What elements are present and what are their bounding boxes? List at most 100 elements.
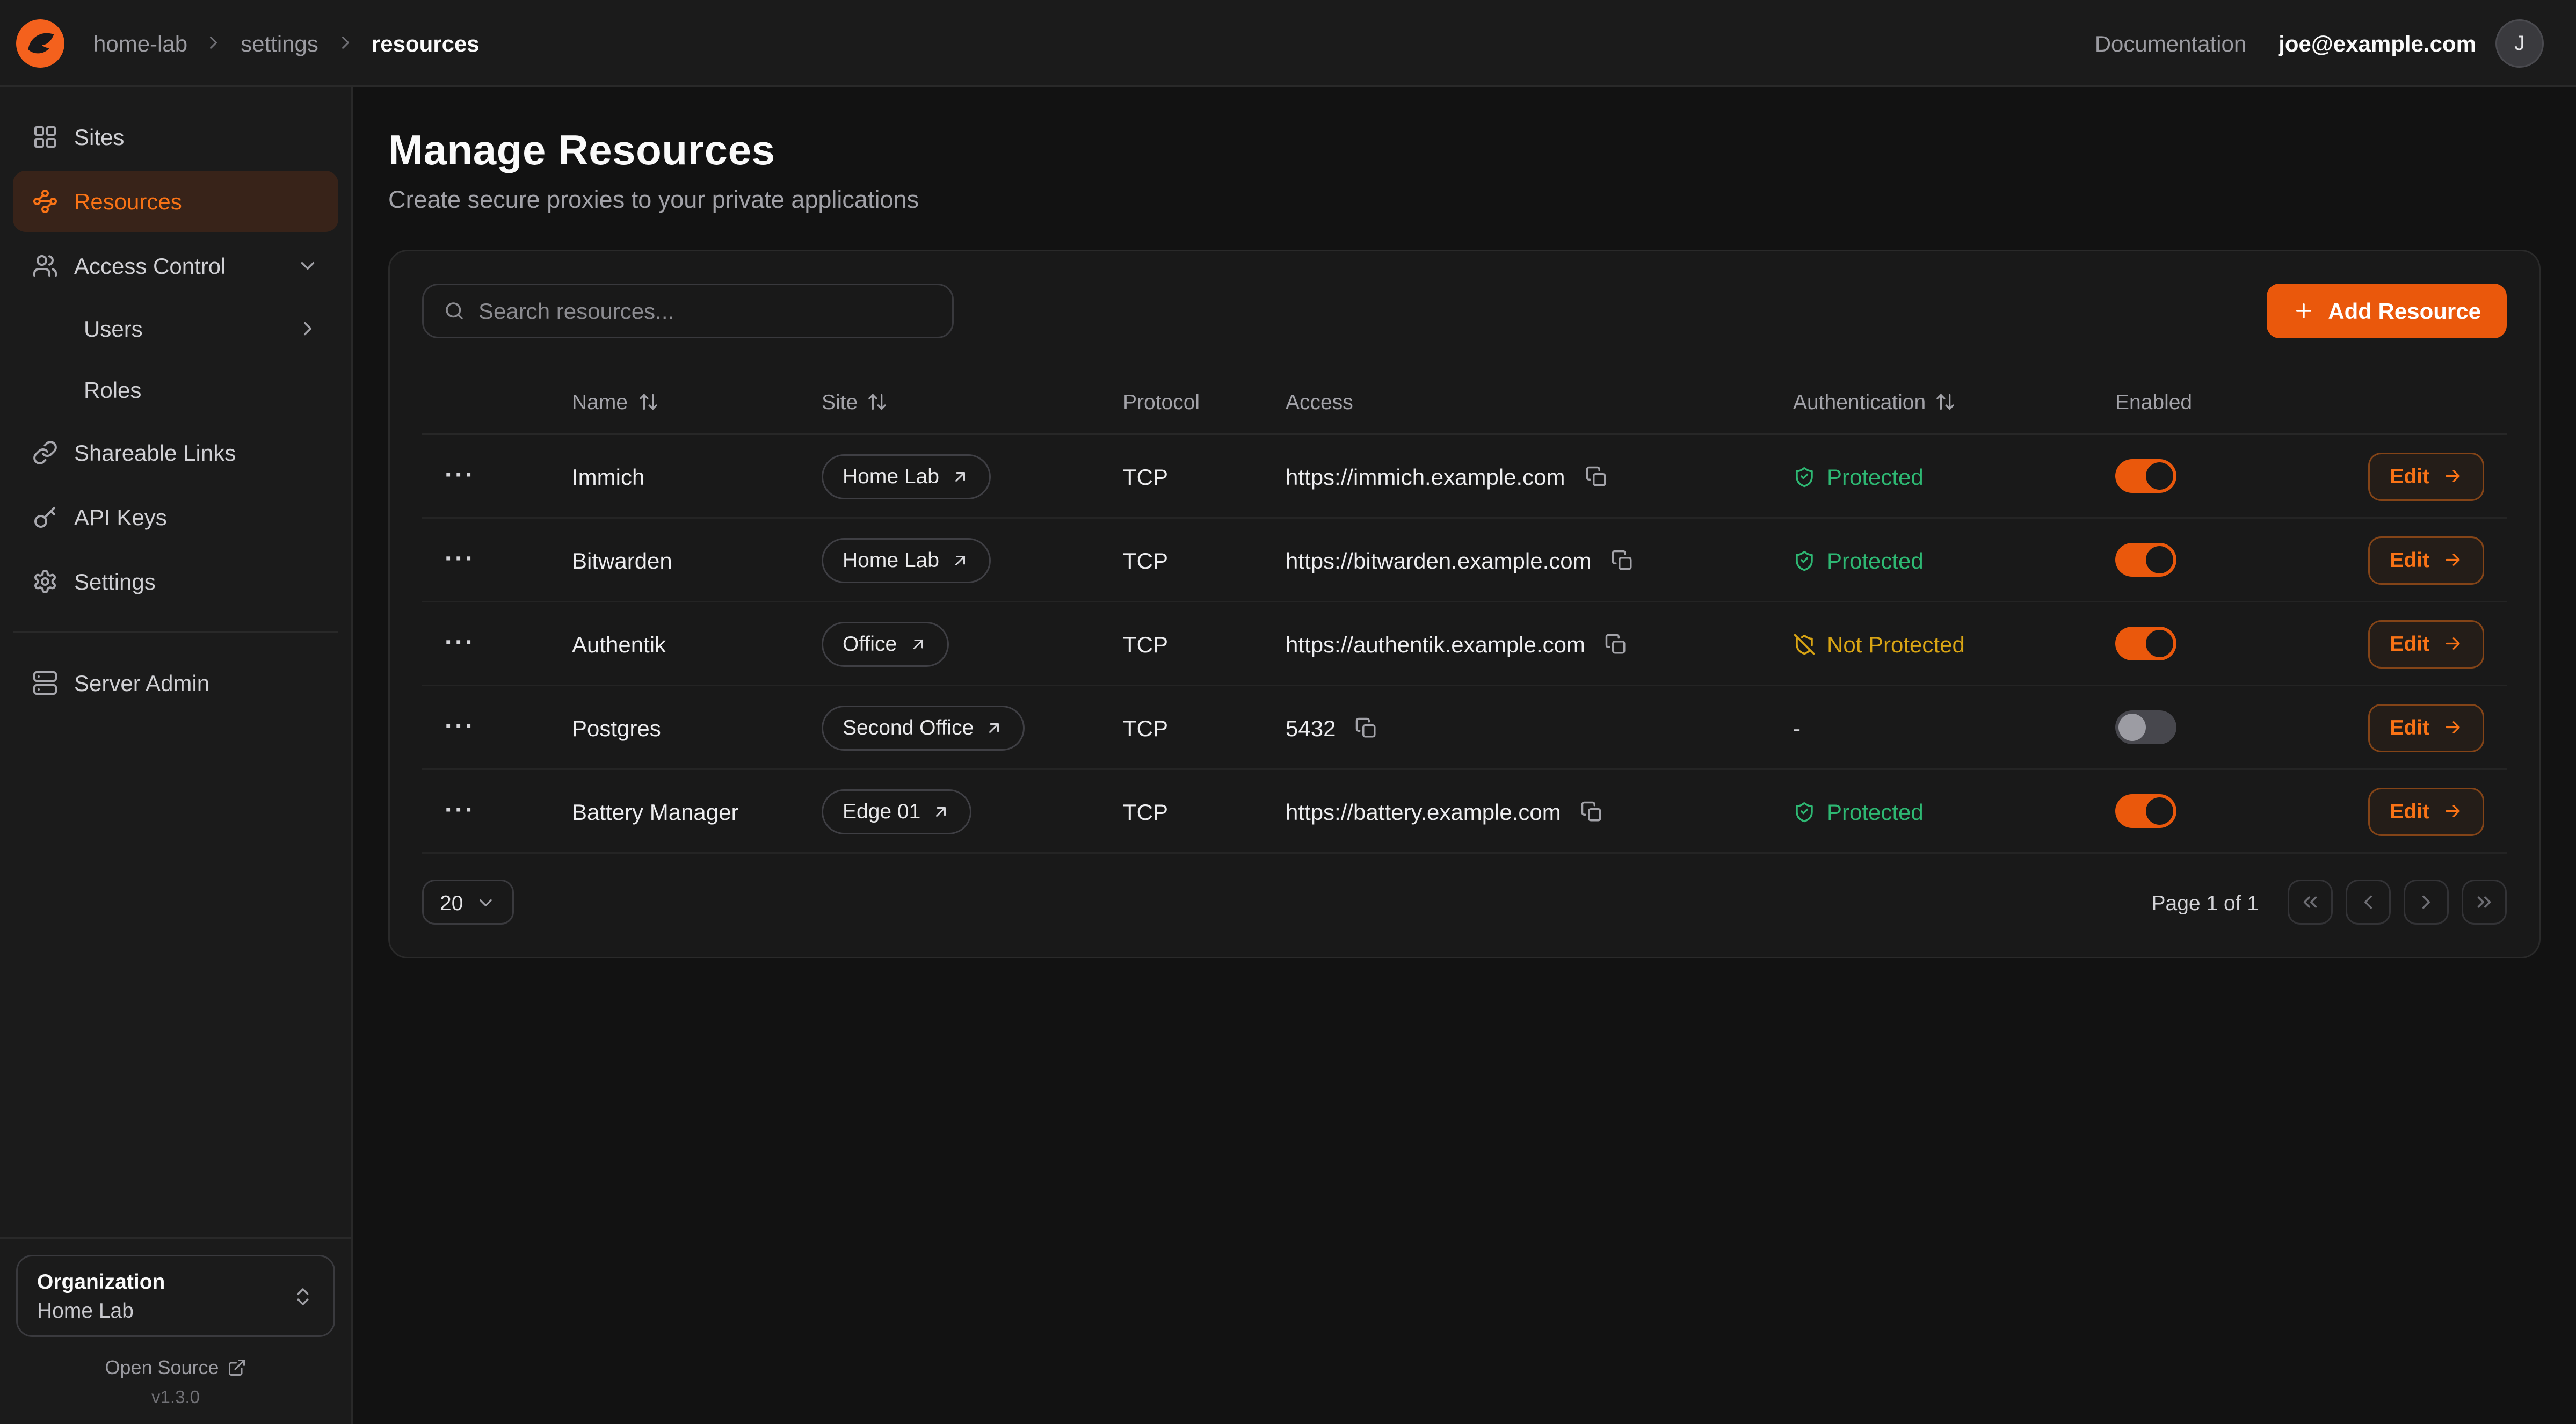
organization-selector[interactable]: Organization Home Lab <box>16 1255 335 1337</box>
breadcrumb-settings[interactable]: settings <box>241 30 318 56</box>
sidebar-item-server-admin[interactable]: Server Admin <box>13 652 338 714</box>
resource-protocol: TCP <box>1123 547 1286 573</box>
open-source-label: Open Source <box>105 1356 219 1379</box>
arrow-up-down-icon <box>637 391 658 412</box>
auth-status-badge: Not Protected <box>1793 631 2115 657</box>
sidebar-item-label: Sites <box>74 124 124 150</box>
row-menu-button[interactable]: ··· <box>445 464 499 490</box>
resources-card: Add Resource Name Site Protocol Acce <box>388 250 2541 958</box>
column-header-site[interactable]: Site <box>822 390 1123 414</box>
edit-button[interactable]: Edit <box>2369 620 2484 668</box>
site-link[interactable]: Edge 01 <box>822 789 972 834</box>
copy-icon <box>1611 549 1634 571</box>
add-resource-label: Add Resource <box>2328 298 2481 324</box>
pagination: 20 Page 1 of 1 <box>422 880 2507 925</box>
organization-heading: Organization <box>37 1269 165 1294</box>
auth-status-badge: - <box>1793 715 2115 740</box>
resource-access: 5432 <box>1286 715 1336 740</box>
breadcrumb-resources: resources <box>372 30 480 56</box>
resource-name: Authentik <box>572 631 822 657</box>
resource-name: Postgres <box>572 715 822 740</box>
column-header-name[interactable]: Name <box>572 390 822 414</box>
last-page-button[interactable] <box>2462 880 2507 925</box>
table-row: ··· Battery Manager Edge 01 TCP https://… <box>422 770 2507 854</box>
enabled-toggle[interactable] <box>2115 543 2176 577</box>
row-menu-button[interactable]: ··· <box>445 631 499 657</box>
search-input[interactable] <box>478 298 933 324</box>
site-link[interactable]: Office <box>822 621 948 666</box>
chevron-right-icon <box>296 317 319 340</box>
row-menu-button[interactable]: ··· <box>445 799 499 825</box>
resource-protocol: TCP <box>1123 463 1286 489</box>
column-header-authentication[interactable]: Authentication <box>1793 390 2115 414</box>
copy-button[interactable] <box>1601 629 1630 658</box>
user-menu[interactable]: joe@example.com J <box>2279 19 2544 67</box>
column-header-protocol: Protocol <box>1123 390 1286 414</box>
documentation-link[interactable]: Documentation <box>2095 30 2247 56</box>
edit-button[interactable]: Edit <box>2369 703 2484 752</box>
chevron-right-icon <box>204 32 224 53</box>
sidebar-item-sites[interactable]: Sites <box>13 106 338 168</box>
main-content: Manage Resources Create secure proxies t… <box>353 87 2576 1424</box>
layout-grid-icon <box>32 124 58 150</box>
search-icon <box>443 300 466 322</box>
first-page-button[interactable] <box>2288 880 2333 925</box>
site-link[interactable]: Home Lab <box>822 454 991 499</box>
sidebar-item-api-keys[interactable]: API Keys <box>13 486 338 548</box>
page-size-select[interactable]: 20 <box>422 880 514 925</box>
sidebar-item-resources[interactable]: Resources <box>13 171 338 232</box>
previous-page-button[interactable] <box>2346 880 2391 925</box>
edit-button[interactable]: Edit <box>2369 536 2484 584</box>
copy-button[interactable] <box>1581 462 1610 491</box>
auth-status-badge: Protected <box>1793 547 2115 573</box>
users-icon <box>32 253 58 279</box>
enabled-toggle[interactable] <box>2115 710 2176 744</box>
sidebar-item-shareable-links[interactable]: Shareable Links <box>13 422 338 483</box>
copy-button[interactable] <box>1352 713 1381 742</box>
auth-status-badge: Protected <box>1793 463 2115 489</box>
sidebar-item-access-control[interactable]: Access Control <box>13 235 338 296</box>
row-menu-button[interactable]: ··· <box>445 715 499 741</box>
enabled-toggle[interactable] <box>2115 794 2176 828</box>
arrow-right-icon <box>2442 466 2463 486</box>
chevron-right-icon <box>2415 891 2437 913</box>
column-header-access: Access <box>1286 390 1793 414</box>
site-link[interactable]: Second Office <box>822 705 1025 750</box>
organization-name: Home Lab <box>37 1298 165 1323</box>
sidebar-footer: Organization Home Lab Open Source v1.3.0 <box>0 1237 351 1424</box>
next-page-button[interactable] <box>2404 880 2449 925</box>
table-header: Name Site Protocol Access Authentication… <box>422 370 2507 435</box>
copy-icon <box>1585 465 1607 488</box>
copy-button[interactable] <box>1608 546 1637 575</box>
edit-button[interactable]: Edit <box>2369 787 2484 835</box>
avatar[interactable]: J <box>2495 19 2544 67</box>
arrow-up-down-icon <box>1935 391 1956 412</box>
chevron-right-icon <box>335 32 355 53</box>
sidebar-item-label: Users <box>84 316 143 342</box>
resource-name: Battery Manager <box>572 798 822 824</box>
sidebar-item-users[interactable]: Users <box>13 300 338 358</box>
sidebar-item-roles[interactable]: Roles <box>13 361 338 419</box>
arrow-up-right-icon <box>985 718 1004 737</box>
column-header-enabled: Enabled <box>2115 390 2336 414</box>
open-source-link[interactable]: Open Source <box>0 1356 351 1379</box>
pangolin-logo-icon[interactable] <box>16 19 64 67</box>
sidebar-item-label: API Keys <box>74 504 167 530</box>
resource-protocol: TCP <box>1123 715 1286 740</box>
edit-button[interactable]: Edit <box>2369 452 2484 500</box>
copy-icon <box>1355 716 1377 739</box>
chevron-left-icon <box>2357 891 2379 913</box>
sidebar: Sites Resources Access Control Users <box>0 87 353 1424</box>
shield-check-icon <box>1793 800 1816 823</box>
sidebar-item-label: Roles <box>84 377 141 403</box>
add-resource-button[interactable]: Add Resource <box>2267 284 2507 338</box>
shield-check-icon <box>1793 549 1816 571</box>
breadcrumb-home-lab[interactable]: home-lab <box>93 30 187 56</box>
row-menu-button[interactable]: ··· <box>445 548 499 573</box>
enabled-toggle[interactable] <box>2115 627 2176 660</box>
site-link[interactable]: Home Lab <box>822 537 991 583</box>
copy-button[interactable] <box>1577 797 1606 826</box>
sidebar-item-settings[interactable]: Settings <box>13 551 338 612</box>
enabled-toggle[interactable] <box>2115 459 2176 493</box>
table-row: ··· Immich Home Lab TCP https://immich.e… <box>422 435 2507 519</box>
